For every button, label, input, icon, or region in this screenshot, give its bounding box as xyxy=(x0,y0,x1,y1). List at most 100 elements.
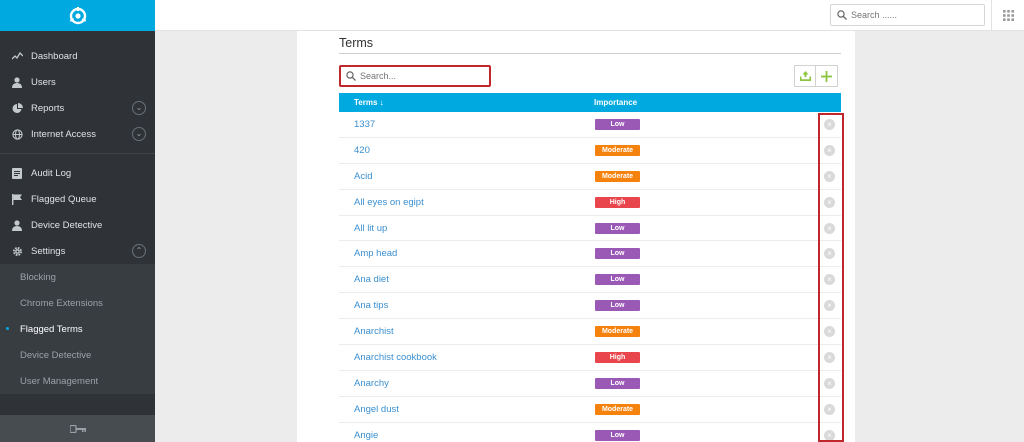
sort-down-icon: ↓ xyxy=(379,98,384,107)
importance-badge: Low xyxy=(595,300,640,312)
table-row: All lit up Low × xyxy=(339,216,841,242)
sidebar-item-label: Reports xyxy=(31,102,65,114)
terms-search-input[interactable] xyxy=(360,71,480,81)
table-header: Terms ↓ Importance xyxy=(339,93,841,112)
global-search-input[interactable] xyxy=(851,10,971,20)
sidebar-subitem-flagged-terms[interactable]: Flagged Terms xyxy=(0,316,155,342)
term-link[interactable]: Anarchist cookbook xyxy=(354,352,437,363)
term-link[interactable]: 420 xyxy=(354,145,370,156)
term-link[interactable]: Anarchist xyxy=(354,326,394,337)
sidebar-item-settings[interactable]: Settings ⌃ xyxy=(0,238,155,264)
sidebar-subitem-chrome-extensions[interactable]: Chrome Extensions xyxy=(0,290,155,316)
sidebar-item-label: Dashboard xyxy=(31,50,78,62)
plus-icon xyxy=(821,70,832,82)
sidebar-subitem-user-management[interactable]: User Management xyxy=(0,368,155,394)
brand-bar[interactable] xyxy=(0,0,155,31)
page-title: Terms xyxy=(339,36,374,50)
add-term-button[interactable] xyxy=(816,65,838,87)
term-link[interactable]: Acid xyxy=(354,171,372,182)
table-row: Anarchist cookbook High × xyxy=(339,345,841,371)
globe-icon xyxy=(11,128,23,140)
importance-badge: Low xyxy=(595,274,640,286)
sidebar-item-label: Device Detective xyxy=(31,219,103,231)
sidebar-subitem-blocking[interactable]: Blocking xyxy=(0,264,155,290)
logo-icon xyxy=(69,6,86,24)
search-icon xyxy=(837,10,847,20)
importance-badge: Low xyxy=(595,429,640,441)
column-header-terms[interactable]: Terms ↓ xyxy=(354,98,384,107)
importance-badge: Moderate xyxy=(595,403,640,415)
importance-badge: Moderate xyxy=(595,170,640,182)
column-header-importance[interactable]: Importance xyxy=(594,98,637,107)
term-link[interactable]: Ana tips xyxy=(354,300,388,311)
settings-submenu: Blocking Chrome Extensions Flagged Terms… xyxy=(0,264,155,394)
user-icon xyxy=(11,76,23,88)
term-link[interactable]: Angie xyxy=(354,430,378,441)
chevron-up-icon[interactable]: ⌃ xyxy=(132,244,146,258)
global-search[interactable] xyxy=(830,4,985,26)
table-row: Ana tips Low × xyxy=(339,293,841,320)
importance-badge: Low xyxy=(595,377,640,389)
gear-icon xyxy=(11,245,23,257)
toolbar xyxy=(794,65,838,87)
chevron-down-icon[interactable]: ⌄ xyxy=(132,101,146,115)
activity-icon xyxy=(11,50,23,62)
table-row: 1337 Low × xyxy=(339,112,841,138)
import-button[interactable] xyxy=(794,65,816,87)
table-row: Angel dust Moderate × xyxy=(339,397,841,423)
sidebar-footer[interactable] xyxy=(0,415,155,442)
sidebar-item-dashboard[interactable]: Dashboard xyxy=(0,43,155,69)
sidebar-item-internet-access[interactable]: Internet Access ⌄ xyxy=(0,121,155,147)
sidebar-item-flagged-queue[interactable]: Flagged Queue xyxy=(0,186,155,212)
terms-table-body: 1337 Low × 420 Moderate × Acid Moderate × All eye… xyxy=(339,112,841,442)
sidebar-item-device-detective[interactable]: Device Detective xyxy=(0,212,155,238)
table-row: Amp head Low × xyxy=(339,241,841,268)
pie-chart-icon xyxy=(11,102,23,114)
sidebar-item-label: Flagged Queue xyxy=(31,193,97,205)
table-row: 420 Moderate × xyxy=(339,138,841,164)
terms-search[interactable] xyxy=(339,65,491,87)
term-link[interactable]: Anarchy xyxy=(354,378,389,389)
sidebar-item-audit-log[interactable]: Audit Log xyxy=(0,160,155,186)
key-icon xyxy=(69,424,86,433)
importance-badge: Moderate xyxy=(595,144,640,156)
sidebar-item-users[interactable]: Users xyxy=(0,69,155,95)
importance-badge: Low xyxy=(595,222,640,234)
sidebar-item-reports[interactable]: Reports ⌄ xyxy=(0,95,155,121)
table-row: Ana diet Low × xyxy=(339,267,841,294)
log-icon xyxy=(11,167,23,179)
sidebar-item-label: Users xyxy=(31,76,56,88)
table-row: All eyes on egipt High × xyxy=(339,190,841,216)
main-nav: Dashboard Users Reports ⌄ Internet Acces… xyxy=(0,31,155,394)
terms-panel: Terms Terms ↓ Importance 1337Low×420Mode… xyxy=(297,31,855,442)
sidebar-item-label: Internet Access xyxy=(31,128,96,140)
apps-grid-button[interactable] xyxy=(991,0,1024,31)
sidebar: Dashboard Users Reports ⌄ Internet Acces… xyxy=(0,0,155,442)
term-link[interactable]: All lit up xyxy=(354,223,387,234)
importance-badge: High xyxy=(595,196,640,208)
importance-badge: Low xyxy=(595,248,640,260)
term-link[interactable]: All eyes on egipt xyxy=(354,197,424,208)
term-link[interactable]: Angel dust xyxy=(354,404,399,415)
importance-badge: Low xyxy=(595,119,640,130)
sidebar-item-label: Audit Log xyxy=(31,167,72,179)
divider xyxy=(0,153,155,154)
table-row: Anarchy Low × xyxy=(339,371,841,397)
sidebar-item-label: Settings xyxy=(31,245,66,257)
table-row: Acid Moderate × xyxy=(339,164,841,190)
term-link[interactable]: Ana diet xyxy=(354,274,389,285)
chevron-down-icon[interactable]: ⌄ xyxy=(132,127,146,141)
sidebar-subitem-device-detective[interactable]: Device Detective xyxy=(0,342,155,368)
highlight-box xyxy=(818,113,844,442)
divider xyxy=(339,53,841,54)
term-link[interactable]: Amp head xyxy=(354,248,397,259)
term-link[interactable]: 1337 xyxy=(354,119,375,130)
user-icon xyxy=(11,219,23,231)
importance-badge: High xyxy=(595,352,640,364)
search-icon xyxy=(346,71,356,81)
importance-badge: Moderate xyxy=(595,326,640,338)
grid-icon xyxy=(1002,10,1014,21)
table-row: Anarchist Moderate × xyxy=(339,319,841,346)
upload-icon xyxy=(799,71,811,81)
table-row: Angie Low × xyxy=(339,423,841,442)
